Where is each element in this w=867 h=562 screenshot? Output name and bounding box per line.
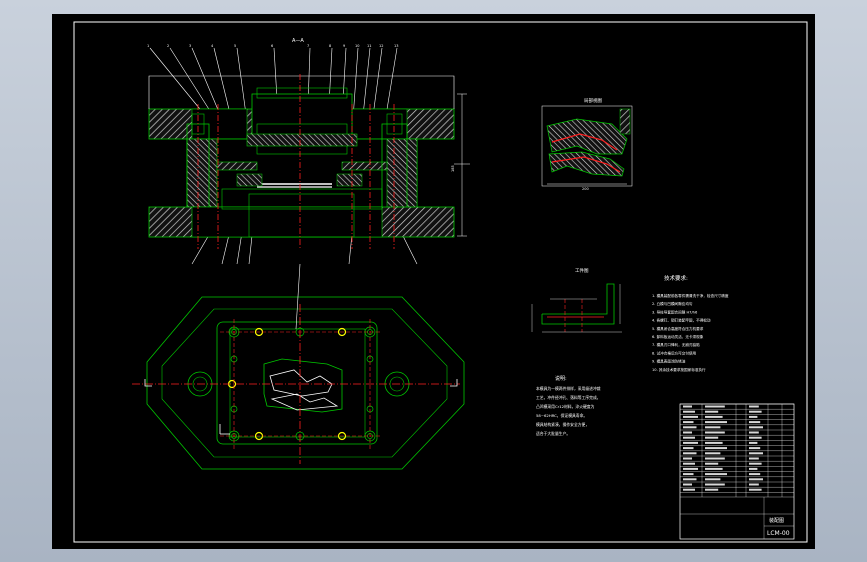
bom-cell [705,467,723,470]
tech-req-item: 2. 凸模与凹模间隙应均匀 [652,301,693,306]
tech-req-item: 9. 模具表面涂防锈油 [652,359,686,364]
svg-text:9: 9 [343,44,345,48]
svg-text:185: 185 [451,165,455,172]
bom-cell [749,447,761,450]
bom-cell [705,452,721,455]
svg-text:2: 2 [167,44,169,48]
notes-line: 工艺，冲件经冲孔、落料等工序完成， [536,395,601,400]
svg-text:1: 1 [147,44,149,48]
section-view[interactable]: A—A 123 456 789 10 11 12 13 185 [147,38,470,265]
bom-cell [683,426,697,429]
tech-req-item: 3. 导柱导套配合间隙 H7/h6 [652,309,698,314]
bom-cell [683,441,698,444]
bom-cell [749,426,763,429]
bom-cell [683,488,695,491]
bom-cell [683,462,695,465]
part-view[interactable]: 工件图 [531,267,622,333]
notes-line: 本模具为一模两件排样，采用级进冲裁 [536,386,601,391]
tech-req-item: 1. 模具装配前各零件需清洗干净，检查尺寸精度 [652,293,729,298]
bom-cell [705,488,719,491]
bom-cell [683,457,692,460]
bom-cell [749,473,761,476]
bom-cell [705,405,725,408]
detail-view[interactable]: 局部视图 200 [541,97,633,191]
design-notes: 说明: 本模具为一模两件排样，采用级进冲裁工艺，冲件经冲孔、落料等工序完成， 凸凹… [536,375,601,436]
bom-cell [683,467,698,470]
bom-cell [749,431,759,434]
svg-text:5: 5 [234,44,236,48]
bom-cell [749,405,759,408]
bom-cell [705,478,721,481]
bom-cell [683,447,694,450]
bom-cell [683,410,695,413]
notes-line: 模具结构紧凑，操作安全方便， [536,422,589,427]
plan-view[interactable] [132,263,465,470]
bom-cell [705,483,725,486]
bom-cell [683,415,698,418]
svg-text:7: 7 [307,44,309,48]
tech-req-item: 10. 其余技术要求按国家标准执行 [652,367,706,372]
tech-req-item: 6. 卸料板运动灵活，无卡滞现象 [652,334,704,339]
notes-line: 适合于大批量生产。 [536,431,570,436]
bom-cell [749,410,762,413]
bom-cell [705,421,727,424]
bom-cell [705,436,719,439]
technical-requirements: 技术要求: 1. 模具装配前各零件需清洗干净，检查尺寸精度 2. 凸模与凹模间隙应… [652,274,729,372]
tech-req-item: 5. 模具闭合高度符合压力机要求 [652,326,704,331]
bom-cell [705,431,725,434]
notes-title: 说明: [555,375,567,382]
svg-text:8: 8 [329,44,331,48]
svg-text:4: 4 [211,44,214,48]
tech-req-item: 4. 各螺钉、销钉装配牢固，不得松动 [652,318,711,323]
bom-cell [749,436,762,439]
svg-text:10: 10 [355,44,359,48]
svg-text:200: 200 [582,187,589,191]
bom-cell [705,426,721,429]
svg-text:11: 11 [367,44,371,48]
bom-cell [749,462,762,465]
detail-view-label: 局部视图 [584,97,602,104]
bom-cell [705,415,723,418]
section-label: A—A [292,38,304,44]
bom-cell [683,405,692,408]
bom-cell [683,478,697,481]
bom-cell [749,415,758,418]
bom-cell [749,452,763,455]
svg-text:13: 13 [394,44,398,48]
bom-cell [705,441,723,444]
bom-cell [749,483,759,486]
title-block[interactable]: 装配图 LCM-00 [679,403,795,540]
svg-text:12: 12 [379,44,383,48]
bom-cell [749,488,762,491]
bom-cell [683,421,694,424]
bom-cell [683,473,694,476]
drawing-border [73,21,808,543]
tech-req-item: 8. 试冲合格后方可交付使用 [652,350,697,355]
bom-cell [683,431,692,434]
bom-cell [705,447,727,450]
part-view-label: 工件图 [575,267,589,274]
bom-cell [749,467,758,470]
bom-cell [705,462,719,465]
drawing-name: 装配图 [769,517,784,524]
tech-req-item: 7. 模具刃口锋利，无崩刃缺陷 [652,342,700,347]
bom-cell [683,436,695,439]
bom-cell [683,452,697,455]
svg-text:6: 6 [271,44,273,48]
bom-cell [749,457,759,460]
notes-line: 58~62HRC，保证模具寿命。 [536,413,587,418]
notes-line: 凸凹模采用Cr12材料，淬火硬度为 [536,404,595,409]
svg-text:3: 3 [189,44,191,48]
bom-cell [749,421,761,424]
bom-cell [705,457,725,460]
cad-drawing-viewport[interactable]: A—A 123 456 789 10 11 12 13 185 局部视图 200… [52,14,815,549]
bom-cell [749,441,758,444]
bom-cell [749,478,763,481]
drawing-code: LCM-00 [767,530,790,537]
tech-req-title: 技术要求: [664,274,688,282]
bom-cell [683,483,692,486]
bom-cell [705,410,719,413]
bom-cell [705,473,727,476]
